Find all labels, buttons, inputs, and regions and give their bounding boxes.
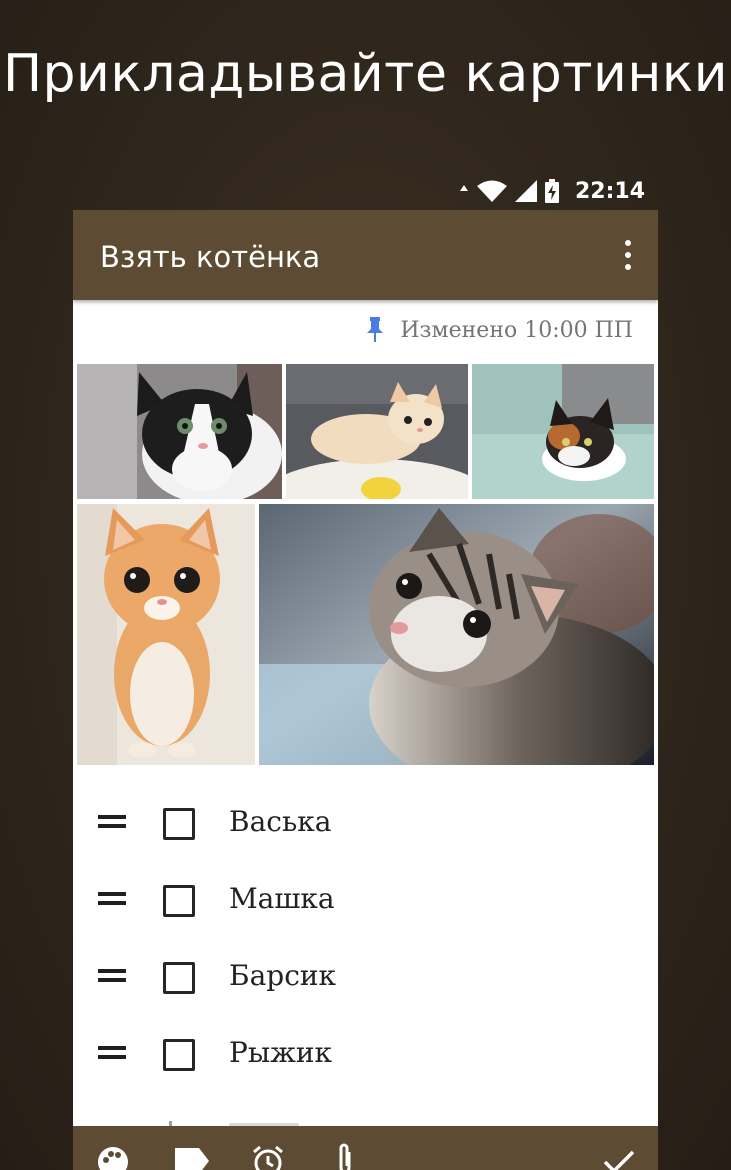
label-icon[interactable] (175, 1148, 209, 1170)
alarm-icon[interactable] (251, 1144, 285, 1170)
edited-label: Изменено 10:00 ПП (400, 317, 633, 343)
checkbox[interactable] (163, 808, 195, 840)
attach-icon[interactable] (335, 1142, 355, 1170)
checkbox[interactable] (163, 962, 195, 994)
checklist-item-label[interactable]: Рыжик (229, 1036, 332, 1069)
note-screen: Взять котёнка Изменено 10:00 ПП Васька М… (73, 210, 658, 1170)
status-bar: 22:14 (459, 176, 645, 206)
app-bar: Взять котёнка (73, 210, 658, 300)
list-item: Барсик (73, 947, 658, 1007)
kitten-cream-photo[interactable] (286, 364, 468, 499)
done-icon[interactable] (603, 1150, 635, 1170)
checklist-item-label[interactable]: Васька (229, 805, 331, 838)
checklist-item-label[interactable]: Барсик (229, 959, 336, 992)
kitten-black-white-photo[interactable] (77, 364, 282, 499)
signal-icon (514, 180, 537, 202)
checkbox[interactable] (163, 1039, 195, 1071)
kitten-calico-photo[interactable] (472, 364, 654, 499)
more-vert-icon[interactable] (622, 240, 634, 270)
list-item: Васька (73, 793, 658, 853)
drag-handle-icon[interactable] (98, 892, 126, 908)
list-item: Машка (73, 870, 658, 930)
kitten-ginger-standing-photo[interactable] (77, 504, 255, 765)
list-item: Рыжик (73, 1024, 658, 1084)
data-arrows-icon (459, 185, 468, 191)
drag-handle-icon[interactable] (98, 969, 126, 985)
drag-handle-icon[interactable] (98, 1046, 126, 1062)
status-time: 22:14 (574, 178, 645, 204)
palette-icon[interactable] (97, 1146, 129, 1170)
note-meta: Изменено 10:00 ПП (73, 313, 633, 347)
note-title[interactable]: Взять котёнка (100, 240, 320, 274)
checkbox[interactable] (163, 885, 195, 917)
battery-charging-icon (544, 179, 559, 203)
promo-title: Прикладывайте картинки (2, 44, 729, 104)
drag-handle-icon[interactable] (98, 815, 126, 831)
wifi-icon (476, 180, 507, 202)
kitten-tabby-photo[interactable] (259, 504, 654, 765)
pin-icon (367, 317, 384, 342)
checklist-item-label[interactable]: Машка (229, 882, 335, 915)
bottom-toolbar (73, 1126, 658, 1170)
